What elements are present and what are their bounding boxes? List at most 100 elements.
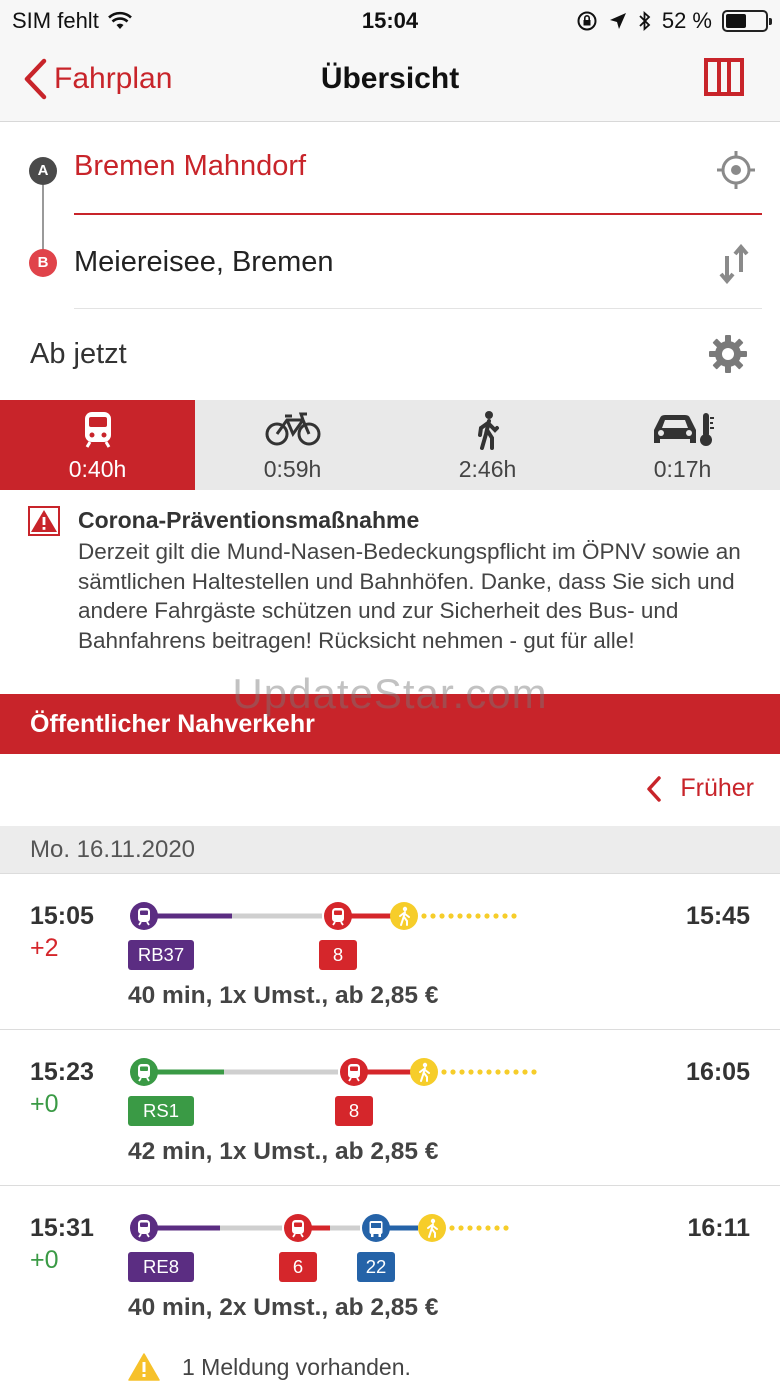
tab-bicycle[interactable]: 0:59h: [195, 400, 390, 490]
section-title: Öffentlicher Nahverkehr: [30, 710, 315, 738]
car-icon: [653, 413, 714, 446]
departure-time: 15:05: [30, 902, 94, 930]
departure-time: 15:31: [30, 1214, 94, 1242]
map-icon: [704, 58, 744, 96]
walking-icon: [477, 411, 499, 450]
walk-dot: [495, 1069, 501, 1075]
walk-dot: [531, 1069, 537, 1075]
walk-dot: [449, 1225, 455, 1231]
arrival-time: 16:11: [687, 1214, 750, 1242]
tab-car[interactable]: 0:17h: [585, 400, 780, 490]
bluetooth-icon: [639, 10, 651, 32]
notice-title: Corona-Präventionsmaßnahme: [78, 507, 420, 533]
walk-dot: [477, 1069, 483, 1075]
walk-dot: [468, 1069, 474, 1075]
connection-summary: 40 min, 2x Umst., ab 2,85 €: [128, 1294, 439, 1321]
delay-label: +0: [30, 1090, 59, 1118]
battery-icon: [722, 10, 772, 32]
walk-dot: [484, 913, 490, 919]
chevron-left-icon: [647, 775, 662, 802]
date-label: Mo. 16.11.2020: [30, 836, 196, 863]
status-bar: SIM fehlt 15:04 52 %: [0, 0, 780, 40]
route-line: RE8 6 22: [126, 1210, 556, 1282]
arrival-time: 16:05: [686, 1058, 750, 1086]
walk-dot: [441, 1069, 447, 1075]
status-right: 52 %: [576, 8, 772, 34]
battery-percent: 52 %: [661, 8, 712, 33]
swap-arrows-icon: [719, 243, 749, 285]
earlier-button[interactable]: Früher: [646, 774, 754, 803]
route-line-graphic: [130, 1058, 537, 1086]
line-badge: RE8: [128, 1252, 194, 1282]
route-connector: [42, 185, 44, 251]
section-header: Öffentlicher Nahverkehr: [0, 694, 780, 754]
rotation-lock-icon: [577, 11, 597, 31]
swap-button[interactable]: [718, 243, 750, 289]
walk-dot: [502, 913, 508, 919]
train-icon: [84, 412, 111, 448]
line-badge: RB37: [128, 940, 194, 970]
route-line: RB37 8: [126, 898, 556, 970]
tram-icon: [340, 1058, 368, 1086]
walk-dot: [493, 913, 499, 919]
walk-dot: [504, 1069, 510, 1075]
walk-icon: [410, 1058, 438, 1086]
line-badge: 6: [279, 1252, 317, 1282]
settings-button[interactable]: [708, 334, 748, 379]
origin-underline: [74, 213, 762, 215]
tab-bicycle-label: 0:59h: [263, 456, 322, 482]
tab-walking-label: 2:46h: [458, 456, 517, 482]
tab-car-label: 0:17h: [653, 456, 712, 482]
earlier-row: Früher: [0, 754, 780, 826]
walk-dot: [522, 1069, 528, 1075]
bicycle-icon: [265, 412, 320, 446]
walk-dot: [448, 913, 454, 919]
origin-badge: A: [29, 157, 57, 185]
line-badge: 8: [335, 1096, 373, 1126]
connection-row[interactable]: 15:05 +2 15:45 RB37 8 40 min, 1x Umst., a…: [0, 874, 780, 1030]
origin-field[interactable]: Bremen Mahndorf: [74, 150, 306, 183]
connection-summary: 40 min, 1x Umst., ab 2,85 €: [128, 982, 439, 1009]
tab-public-transport-label: 0:40h: [68, 456, 127, 482]
locate-button[interactable]: [716, 150, 756, 195]
arrival-time: 15:45: [686, 902, 750, 930]
navigation-bar: Fahrplan Übersicht: [0, 40, 780, 122]
walk-dot: [475, 913, 481, 919]
destination-badge: B: [29, 249, 57, 277]
walk-dot: [511, 913, 517, 919]
train-icon: [130, 1058, 158, 1086]
route-line-graphic: [130, 902, 517, 930]
message-label: 1 Meldung vorhanden.: [182, 1353, 411, 1380]
gear-icon: [709, 335, 747, 373]
walk-dot: [467, 1225, 473, 1231]
walk-dot: [476, 1225, 482, 1231]
walk-dot: [486, 1069, 492, 1075]
location-arrow-icon: [609, 13, 626, 29]
bus-icon: [362, 1214, 390, 1242]
route-line-graphic: [130, 1214, 509, 1242]
connection-summary: 42 min, 1x Umst., ab 2,85 €: [128, 1138, 439, 1165]
battery-level: [726, 14, 746, 28]
line-badge: 8: [319, 940, 357, 970]
tab-walking[interactable]: 2:46h: [390, 400, 585, 490]
earlier-label: Früher: [680, 774, 754, 802]
departure-time-field[interactable]: Ab jetzt: [30, 338, 127, 371]
corona-notice: Corona-Präventionsmaßnahme Derzeit gilt …: [0, 490, 780, 694]
walk-dot: [430, 913, 436, 919]
map-button[interactable]: [704, 58, 744, 101]
delay-label: +0: [30, 1246, 59, 1274]
page-title: Übersicht: [320, 62, 460, 95]
message-row[interactable]: 1 Meldung vorhanden.: [128, 1353, 411, 1381]
walk-dot: [458, 1225, 464, 1231]
destination-field[interactable]: Meiereisee, Bremen: [74, 246, 334, 279]
walk-dot: [457, 913, 463, 919]
connection-row[interactable]: 15:23 +0 16:05 RS1 8 42 min, 1x Umst., ab…: [0, 1030, 780, 1186]
route-line: RS1 8: [126, 1054, 556, 1126]
walk-icon: [390, 902, 418, 930]
tab-public-transport[interactable]: 0:40h: [0, 400, 195, 490]
walk-dot: [485, 1225, 491, 1231]
walk-icon: [418, 1214, 446, 1242]
notice-body: Derzeit gilt die Mund-Nasen-Bedeckungspf…: [78, 539, 741, 653]
walk-dot: [513, 1069, 519, 1075]
warning-icon: [128, 1353, 160, 1381]
